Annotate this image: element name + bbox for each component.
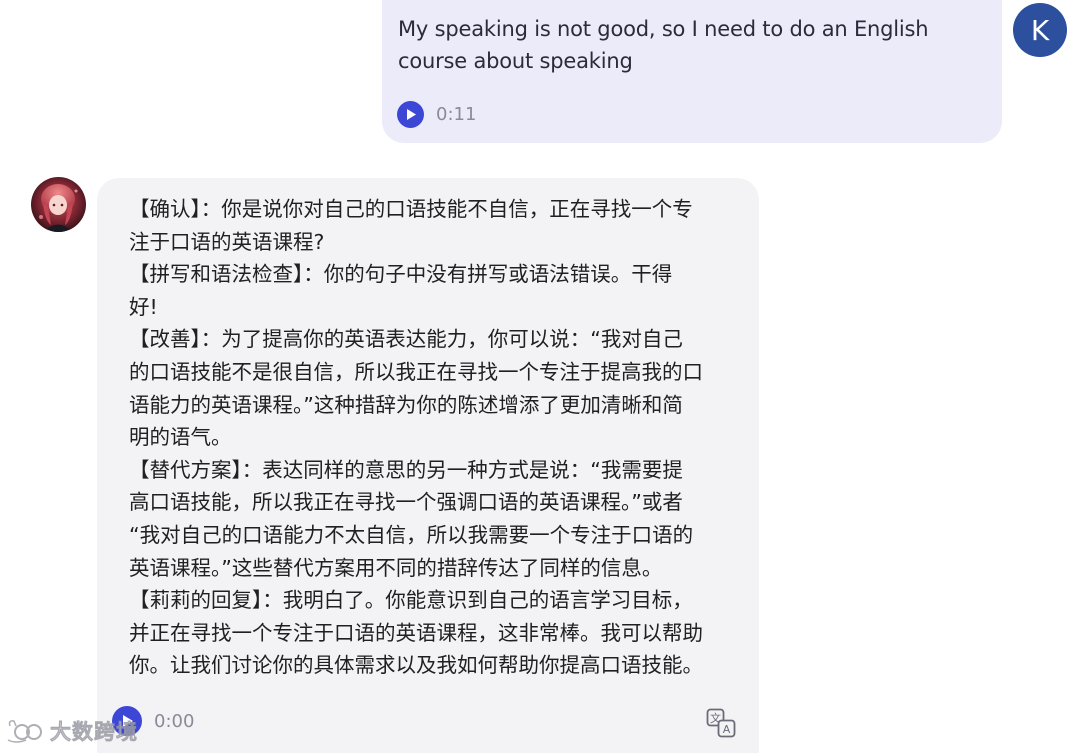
- bot-message-line: 高口语技能，所以我正在寻找一个强调口语的英语课程。”或者: [129, 490, 683, 515]
- bot-audio-duration: 0:00: [154, 710, 195, 732]
- user-audio-duration: 0:11: [436, 104, 477, 125]
- bot-message-line: 你。让我们讨论你的具体需求以及我如何帮助你提高口语技能。: [129, 653, 703, 678]
- svg-text:A: A: [723, 723, 731, 736]
- watermark-logo-icon: [7, 720, 42, 743]
- chat-screen: My speaking is not good, so I need to do…: [0, 0, 1080, 753]
- translate-button[interactable]: 文 A: [706, 708, 736, 738]
- bot-avatar[interactable]: [31, 177, 86, 232]
- bot-message-line: 【改善】：为了提高你的英语表达能力，你可以说：“我对自己: [129, 327, 683, 352]
- bot-message-line: 的口语技能不是很自信，所以我正在寻找一个专注于提高我的口: [129, 359, 703, 384]
- translate-icon: 文 A: [706, 708, 736, 738]
- bot-message-line: 好!: [129, 294, 158, 319]
- bot-message-line: 【替代方案】：表达同样的意思的另一种方式是说：“我需要提: [129, 457, 683, 482]
- watermark-text: 大数跨境: [50, 720, 138, 745]
- watermark: 大数跨境: [6, 716, 138, 746]
- user-audio-play-button[interactable]: [397, 101, 424, 128]
- bot-message-line: 语能力的英语课程。”这种措辞为你的陈述增添了更加清晰和简: [129, 392, 683, 417]
- user-message-bubble: My speaking is not good, so I need to do…: [382, 0, 1002, 143]
- bot-message-line: 注于口语的英语课程?: [129, 229, 325, 254]
- bot-message-line: 英语课程。”这些替代方案用不同的措辞传达了同样的信息。: [129, 555, 663, 580]
- bot-message-text: 【确认】：你是说你对自己的口语技能不自信，正在寻找一个专 注于口语的英语课程? …: [129, 193, 759, 682]
- user-avatar[interactable]: K: [1013, 3, 1067, 57]
- user-message-text: My speaking is not good, so I need to do…: [398, 17, 929, 73]
- bot-message-line: 【拼写和语法检查】：你的句子中没有拼写或语法错误。干得: [129, 262, 673, 287]
- bot-avatar-image: [31, 177, 86, 232]
- bot-message-line: 并正在寻找一个专注于口语的英语课程，这非常棒。我可以帮助: [129, 620, 703, 645]
- play-icon: [406, 109, 416, 120]
- bot-message-line: 【莉莉的回复】：我明白了。你能意识到自己的语言学习目标，: [129, 588, 693, 613]
- bot-message-line: 【确认】：你是说你对自己的口语技能不自信，正在寻找一个专: [129, 197, 693, 221]
- user-audio-player: 0:11: [397, 101, 476, 128]
- bot-message-line: 明的语气。: [129, 425, 232, 450]
- bot-message-bubble: 【确认】：你是说你对自己的口语技能不自信，正在寻找一个专 注于口语的英语课程? …: [97, 178, 759, 753]
- bot-message-line: “我对自己的口语能力不太自信，所以我需要一个专注于口语的: [129, 522, 694, 547]
